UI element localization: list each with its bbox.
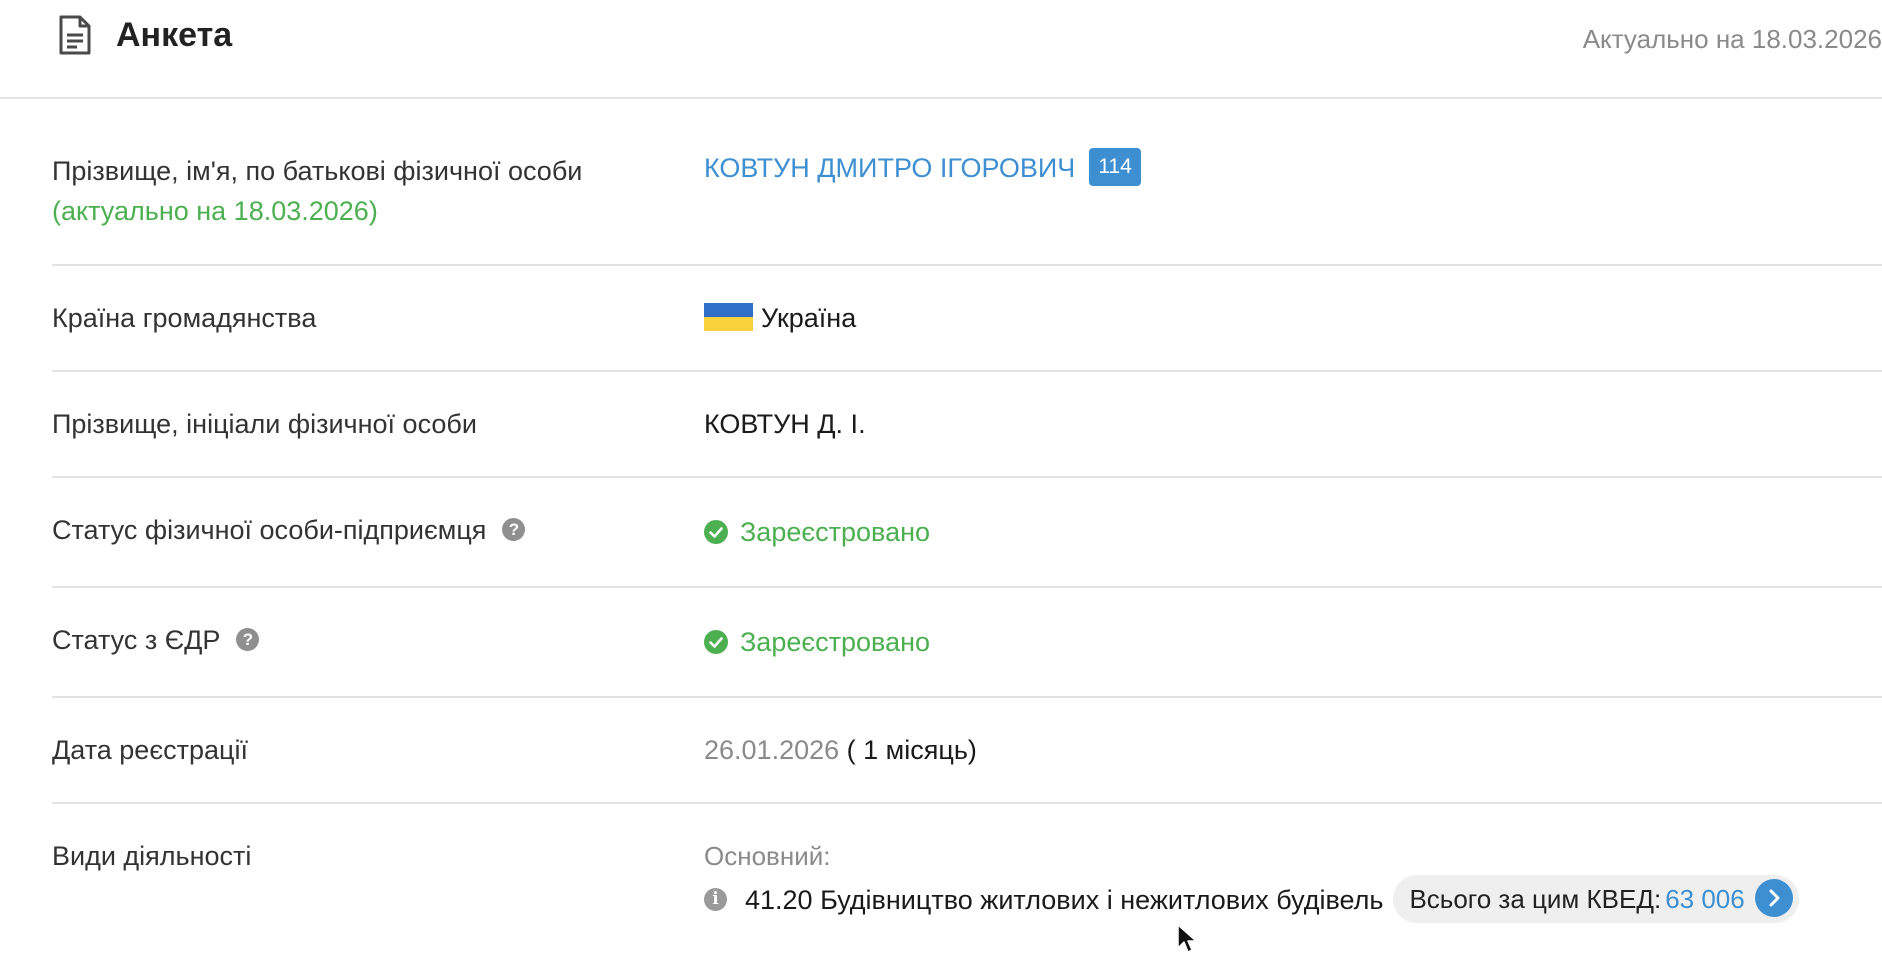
- section-header: Анкета Актуально на 18.03.2026: [0, 0, 1882, 99]
- count-badge[interactable]: 114: [1089, 147, 1141, 186]
- row-citizenship: Країна громадянства Україна: [52, 266, 1882, 372]
- check-circle-icon: [704, 519, 728, 544]
- registration-date: 26.01.2026: [704, 735, 840, 765]
- row-full-name: Прізвище, ім'я, по батькові фізичної осо…: [52, 98, 1882, 266]
- row-fop-status: Статус фізичної особи-підприємця? Зареєс…: [52, 478, 1882, 588]
- citizenship-value: Україна: [761, 303, 857, 333]
- kved-total-pill[interactable]: Всього за цим КВЕД: 63 006: [1393, 875, 1799, 923]
- registration-date-label: Дата реєстрації: [52, 735, 248, 765]
- row-registration-date: Дата реєстрації 26.01.2026 ( 1 місяць): [52, 698, 1882, 804]
- check-circle-icon: [704, 629, 728, 654]
- edr-status-value: Зареєстровано: [740, 627, 931, 657]
- row-activities: Види діяльності Основний: i 41.20 Будівни…: [52, 804, 1882, 954]
- fop-status-value: Зареєстровано: [740, 517, 931, 547]
- full-name-label: Прізвище, ім'я, по батькові фізичної осо…: [52, 156, 583, 186]
- row-edr-status: Статус з ЄДР? Зареєстровано: [52, 588, 1882, 698]
- info-circle-icon[interactable]: i: [704, 887, 727, 911]
- initials-label: Прізвище, ініціали фізичної особи: [52, 409, 477, 439]
- row-initials: Прізвище, ініціали фізичної особи КОВТУН…: [52, 372, 1882, 478]
- person-name-link[interactable]: КОВТУН ДМИТРО ІГОРОВИЧ: [704, 153, 1075, 183]
- kved-total-value: 63 006: [1665, 884, 1745, 914]
- chevron-right-icon[interactable]: [1754, 879, 1793, 918]
- row-value: 26.01.2026 ( 1 місяць): [704, 730, 977, 770]
- question-circle-icon[interactable]: ?: [502, 518, 526, 542]
- row-label: Статус фізичної особи-підприємця?: [52, 510, 526, 550]
- row-value: i 41.20 Будівництво житлових і нежитлових…: [704, 875, 1799, 926]
- activities-label: Види діяльності: [52, 841, 252, 871]
- row-label: Статус з ЄДР?: [52, 620, 260, 660]
- edr-status-label: Статус з ЄДР: [52, 625, 221, 655]
- page-title: Анкета: [116, 16, 233, 54]
- main-activity-label: Основний:: [704, 841, 831, 871]
- citizenship-label: Країна громадянства: [52, 303, 317, 333]
- ukraine-flag-icon: [704, 302, 753, 331]
- registration-duration: ( 1 місяць): [846, 735, 977, 765]
- question-circle-icon[interactable]: ?: [236, 628, 260, 652]
- kved-total-label: Всього за цим КВЕД:: [1409, 884, 1662, 914]
- fop-status-label: Статус фізичної особи-підприємця: [52, 515, 487, 545]
- row-label: Прізвище, ім'я, по батькові фізичної осо…: [52, 151, 582, 231]
- row-value: Україна: [704, 298, 856, 338]
- actual-date: Актуально на 18.03.2026: [1582, 24, 1882, 54]
- kved-text: 41.20 Будівництво житлових і нежитлових …: [745, 885, 1384, 916]
- row-value: КОВТУН ДМИТРО ІГОРОВИЧ 114: [704, 147, 1141, 189]
- actual-note: (актуально на 18.03.2026): [52, 196, 378, 226]
- row-value: Зареєстровано: [704, 622, 930, 662]
- mouse-cursor-icon: [1177, 924, 1197, 953]
- page: Анкета Актуально на 18.03.2026 Прізвище,…: [0, 0, 1882, 954]
- document-icon: [59, 15, 91, 55]
- initials-value: КОВТУН Д. І.: [704, 409, 866, 439]
- row-value: Зареєстровано: [704, 512, 930, 552]
